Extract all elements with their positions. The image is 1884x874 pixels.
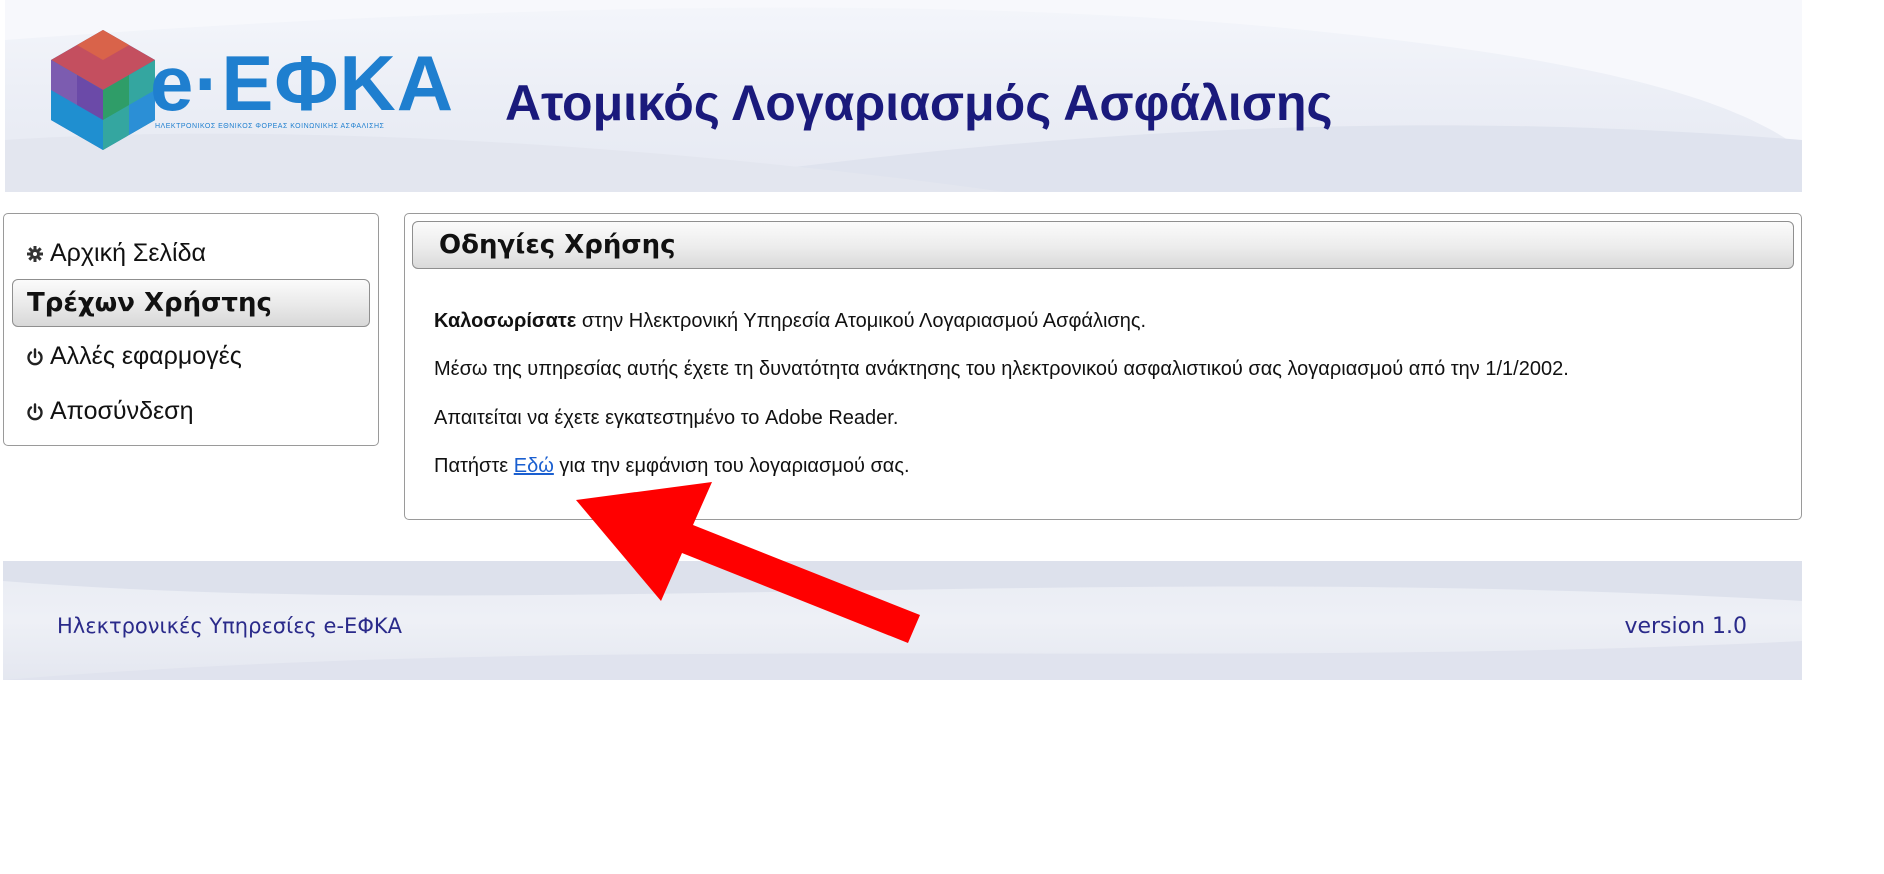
- power-icon: [27, 402, 43, 420]
- requirement-text: Απαιτείται να έχετε εγκατεστημένο το Ado…: [434, 407, 899, 429]
- power-icon: [27, 347, 43, 365]
- panel-heading: Οδηγίες Χρήσης: [412, 221, 1794, 269]
- view-account-suffix: για την εμφάνιση του λογαριασμού σας.: [553, 455, 910, 477]
- sidebar-item-logout[interactable]: Αποσύνδεση: [26, 397, 193, 426]
- logo-subtitle: ΗΛΕΚΤΡΟΝΙΚΟΣ ΕΘΝΙΚΟΣ ΦΟΡΕΑΣ ΚΟΙΝΩΝΙΚΗΣ Α…: [155, 123, 385, 130]
- sidebar-item-current-user[interactable]: Τρέχων Χρήστης: [12, 279, 370, 327]
- logo-text: e·ΕΦΚΑ: [150, 39, 455, 127]
- sidebar-item-label: Αρχική Σελίδα: [50, 239, 206, 267]
- red-arrow-annotation: [576, 482, 920, 643]
- here-link[interactable]: Εδώ: [514, 455, 554, 477]
- efka-logo-icon: [51, 30, 155, 150]
- welcome-text: Καλοσωρίσατε στην Ηλεκτρονική Υπηρεσία Α…: [434, 310, 1146, 333]
- instructions-panel: Οδηγίες Χρήσης Καλοσωρίσατε στην Ηλεκτρο…: [404, 213, 1802, 520]
- welcome-bold: Καλοσωρίσατε: [434, 310, 577, 332]
- view-account-text: Πατήστε Εδώ για την εμφάνιση του λογαρια…: [434, 455, 910, 478]
- footer-services-label: Ηλεκτρονικές Υπηρεσίες e-ΕΦΚΑ: [57, 614, 402, 638]
- sidebar-nav: Αρχική Σελίδα Τρέχων Χρήστης Αλλές εφαρμ…: [3, 213, 379, 446]
- gear-icon: [27, 245, 43, 262]
- description-text: Μέσω της υπηρεσίας αυτής έχετε τη δυνατό…: [434, 358, 1569, 380]
- sidebar-item-label: Αποσύνδεση: [50, 397, 194, 425]
- view-account-prefix: Πατήστε: [434, 455, 514, 477]
- page-title: Ατομικός Λογαριασμός Ασφάλισης: [505, 75, 1333, 131]
- sidebar-item-home[interactable]: Αρχική Σελίδα: [26, 239, 206, 268]
- header-banner: e·ΕΦΚΑ ΗΛΕΚΤΡΟΝΙΚΟΣ ΕΘΝΙΚΟΣ ΦΟΡΕΑΣ ΚΟΙΝΩ…: [5, 0, 1802, 192]
- sidebar-item-label: Αλλές εφαρμογές: [50, 342, 242, 370]
- footer-version: version 1.0: [1624, 614, 1747, 639]
- sidebar-item-other-apps[interactable]: Αλλές εφαρμογές: [26, 342, 242, 371]
- welcome-rest: στην Ηλεκτρονική Υπηρεσία Ατομικού Λογαρ…: [576, 310, 1147, 332]
